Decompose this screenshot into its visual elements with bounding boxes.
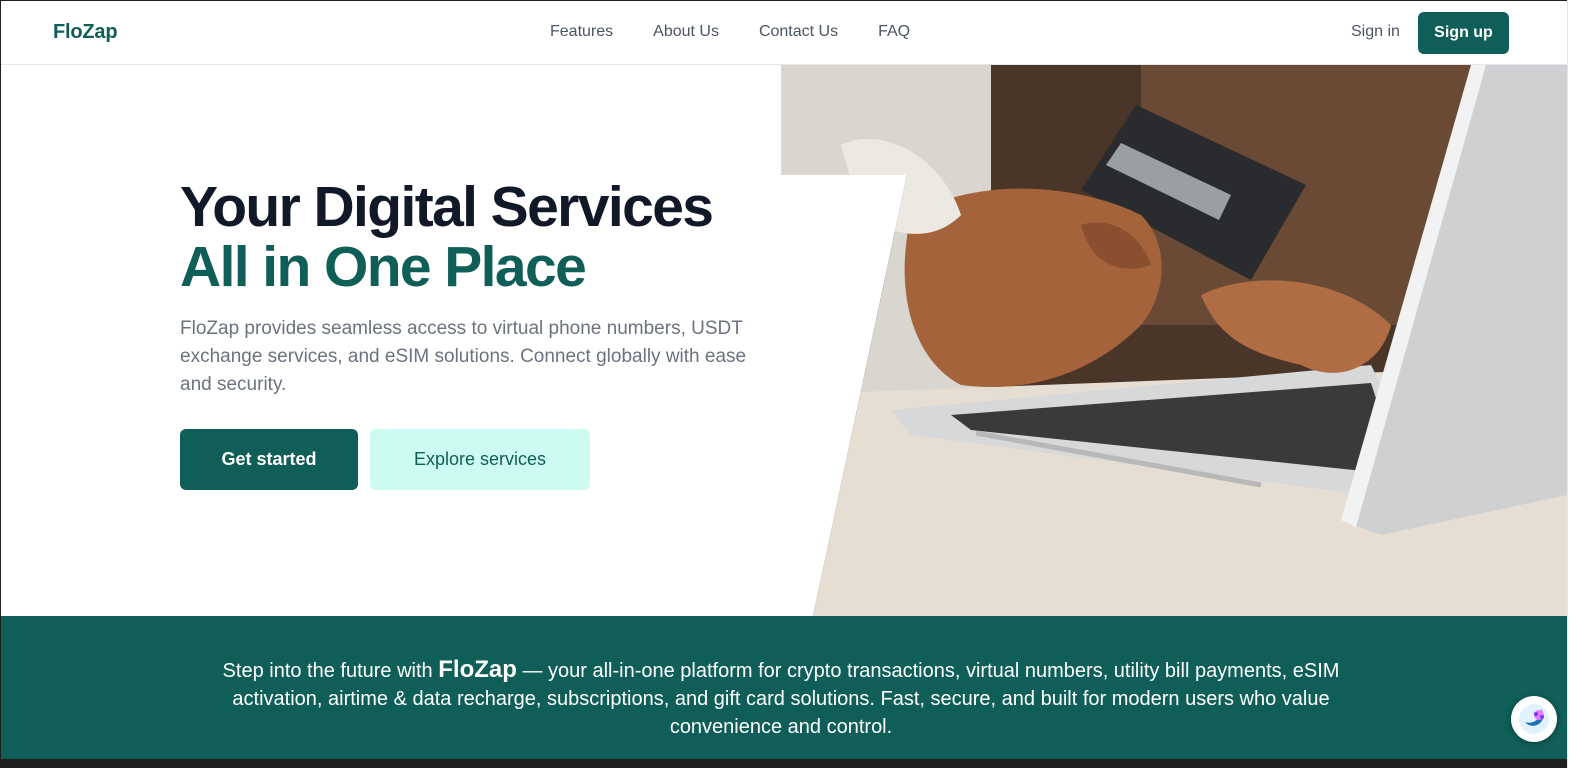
assistant-widget-button[interactable] <box>1511 696 1557 742</box>
banner-brand: FloZap <box>438 656 517 683</box>
nav-link-contact-us[interactable]: Contact Us <box>759 23 838 41</box>
sign-in-link[interactable]: Sign in <box>1351 23 1400 41</box>
nav-link-features[interactable]: Features <box>550 23 613 41</box>
hero-description: FloZap provides seamless access to virtu… <box>180 318 747 395</box>
nav-link-about-us[interactable]: About Us <box>653 23 719 41</box>
hero-section: Your Digital Services All in One Place F… <box>1 65 1567 616</box>
brand-logo[interactable]: FloZap <box>53 21 118 44</box>
hero-heading-line2: All in One Place <box>180 235 587 299</box>
explore-services-button[interactable]: Explore services <box>370 429 590 490</box>
hero-heading: Your Digital Services All in One Place <box>180 175 714 299</box>
get-started-button[interactable]: Get started <box>180 429 358 490</box>
hero-heading-line1: Your Digital Services <box>180 175 714 239</box>
page: FloZap Features About Us Contact Us FAQ … <box>1 1 1567 759</box>
banner-text: Step into the future with FloZap — your … <box>201 656 1361 741</box>
nav-link-faq[interactable]: FAQ <box>878 23 910 41</box>
sign-up-button[interactable]: Sign up <box>1418 12 1509 54</box>
top-navbar: FloZap Features About Us Contact Us FAQ … <box>1 1 1567 65</box>
assistant-brain-icon <box>1519 704 1549 734</box>
nav-links: Features About Us Contact Us FAQ <box>550 23 910 41</box>
promo-banner: Step into the future with FloZap — your … <box>1 616 1567 759</box>
banner-prefix: Step into the future with <box>222 660 433 682</box>
hands-credit-card-laptop-icon <box>781 65 1567 616</box>
scrollbar[interactable] <box>1567 0 1586 768</box>
hero-image <box>781 65 1567 616</box>
